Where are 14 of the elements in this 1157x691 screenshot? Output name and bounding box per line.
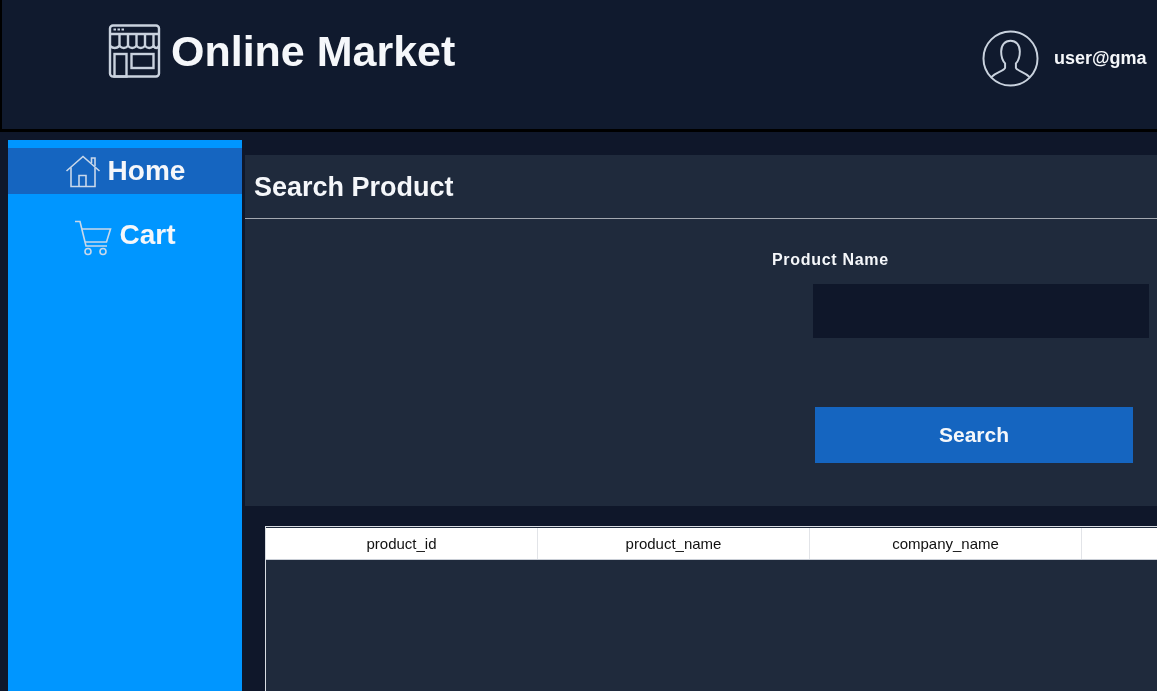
storefront-icon xyxy=(108,24,161,78)
sidebar-item[interactable]: Home xyxy=(8,148,242,194)
search-button[interactable]: Search xyxy=(815,407,1133,463)
app-title: Online Market xyxy=(171,26,456,77)
sidebar-item[interactable]: Cart xyxy=(8,212,242,258)
cart-icon xyxy=(74,220,113,256)
column-header: product_id xyxy=(266,528,538,559)
column-header: company_name xyxy=(810,528,1082,559)
panel-title: Search Product xyxy=(254,170,454,204)
user-avatar-icon[interactable] xyxy=(982,30,1039,87)
house-icon xyxy=(64,154,101,188)
field-label: Product Name xyxy=(772,250,889,270)
column-header: product_name xyxy=(538,528,810,559)
user-email: user@gma xyxy=(1054,48,1147,69)
